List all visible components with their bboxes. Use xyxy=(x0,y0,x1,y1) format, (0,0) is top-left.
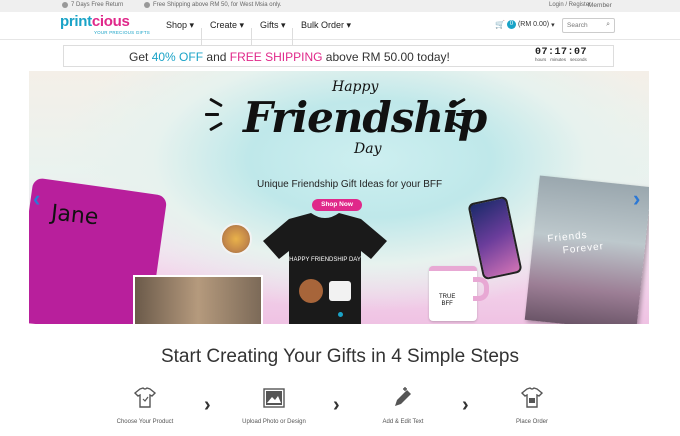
carousel-indicator[interactable] xyxy=(338,312,343,317)
chevron-down-icon: ▾ xyxy=(281,20,286,30)
carousel-prev-icon[interactable]: ‹ xyxy=(33,186,40,212)
tshirt-text: HAPPY FRIENDSHIP DAY xyxy=(289,257,361,263)
image-icon xyxy=(263,388,285,408)
promo-mid: and xyxy=(206,50,227,64)
nav-gifts-label: Gifts xyxy=(260,20,279,30)
login-register-link[interactable]: Login / Register xyxy=(549,2,591,8)
tshirt-product: HAPPY FRIENDSHIP DAY xyxy=(263,213,387,324)
truck-icon xyxy=(144,2,150,8)
nav-gifts[interactable]: Gifts ▾ xyxy=(260,20,286,31)
cart-button[interactable]: 🛒 0 (RM 0.00) ▾ xyxy=(495,20,555,29)
hero-subtitle: Unique Friendship Gift Ideas for your BF… xyxy=(257,179,443,190)
logo-tagline: YOUR PRECIOUS GIFTS xyxy=(93,30,150,35)
chevron-right-icon: › xyxy=(204,394,211,416)
step-place-order: Place Order xyxy=(487,386,577,425)
button-badge-product xyxy=(220,223,252,255)
nav-create-label: Create xyxy=(210,20,238,30)
tshirt-check-icon xyxy=(520,387,544,408)
timer-seconds-label: seconds xyxy=(570,57,587,62)
free-return-text: 7 Days Free Return xyxy=(71,2,124,8)
chevron-down-icon: ▾ xyxy=(239,20,245,30)
timer-labels: hours minutes seconds xyxy=(535,57,607,62)
hero-carousel[interactable]: Happy Friendship Day Unique Friendship G… xyxy=(29,71,649,324)
promo-shipping: FREE SHIPPING xyxy=(229,50,323,64)
mug-text-line1: TRUE xyxy=(439,294,456,300)
pencil-icon xyxy=(395,387,411,406)
chevron-down-icon: ▾ xyxy=(551,21,555,29)
promo-banner[interactable]: Get 40% OFF and FREE SHIPPING above RM 5… xyxy=(63,45,614,67)
top-info-bar: 7 Days Free Return Free Shipping above R… xyxy=(0,0,680,12)
mug-handle xyxy=(473,277,489,301)
pillow-name: Jane xyxy=(49,200,100,231)
member-link[interactable]: Member xyxy=(588,2,612,9)
promo-post: above RM 50.00 today! xyxy=(325,50,450,64)
cart-icon: 🛒 xyxy=(495,20,505,29)
step-label: Place Order xyxy=(515,419,548,425)
promo-discount: 40% OFF xyxy=(151,50,204,64)
hero-friendship: Friendship xyxy=(243,93,487,142)
step-add-text: Add & Edit Text xyxy=(358,386,448,425)
decor-burst xyxy=(205,113,219,116)
mug-text-line2: BFF xyxy=(441,301,453,307)
chevron-right-icon: › xyxy=(462,394,469,416)
photo-print-product xyxy=(133,275,263,324)
step-label: Choose Your Product xyxy=(116,419,174,425)
timer-minutes-label: minutes xyxy=(550,57,567,62)
free-shipping-info: Free Shipping above RM 50, for West Msia… xyxy=(144,2,282,8)
steps-title: Start Creating Your Gifts in 4 Simple St… xyxy=(160,346,519,367)
search-input[interactable]: Search ⌕ xyxy=(562,18,615,33)
step-label: Add & Edit Text xyxy=(382,419,424,425)
return-icon xyxy=(62,2,68,8)
decor-burst xyxy=(209,97,223,108)
step-upload-photo: Upload Photo or Design xyxy=(229,386,319,425)
main-navbar: printcious YOUR PRECIOUS GIFTS Shop ▾ Cr… xyxy=(0,12,680,48)
free-shipping-text: Free Shipping above RM 50, for West Msia… xyxy=(153,2,282,8)
promo-pre: Get xyxy=(129,50,149,64)
logo-word-1: print xyxy=(60,13,92,30)
tshirt-icon xyxy=(133,387,157,408)
cart-count-badge: 0 xyxy=(506,20,516,29)
shop-now-button[interactable]: Shop Now xyxy=(312,199,362,211)
logo-word-2: cious xyxy=(91,13,130,30)
chevron-right-icon: › xyxy=(333,394,340,416)
step-label: Upload Photo or Design xyxy=(242,419,306,425)
member-text[interactable]: Member xyxy=(588,2,612,9)
search-placeholder: Search xyxy=(567,22,588,29)
nav-create[interactable]: Create ▾ xyxy=(210,20,244,31)
hero-day: Day xyxy=(354,141,382,157)
chevron-down-icon: ▾ xyxy=(189,20,195,30)
timer-hours-label: hours xyxy=(535,57,547,62)
free-return-info: 7 Days Free Return xyxy=(62,2,123,8)
countdown-timer: 07:17:07 hours minutes seconds xyxy=(535,47,607,62)
cart-total: (RM 0.00) xyxy=(517,21,550,28)
nav-bulk-order[interactable]: Bulk Order ▾ xyxy=(301,20,351,31)
step-choose-product: Choose Your Product xyxy=(100,386,190,425)
carousel-next-icon[interactable]: › xyxy=(633,186,640,212)
decor-burst xyxy=(209,121,223,132)
login-register-text[interactable]: Login / Register xyxy=(549,2,591,8)
printcious-logo[interactable]: printcious YOUR PRECIOUS GIFTS xyxy=(60,14,156,38)
search-icon[interactable]: ⌕ xyxy=(606,21,610,29)
mug-text: TRUE BFF xyxy=(439,294,455,308)
promo-text: Get 40% OFF and FREE SHIPPING above RM 5… xyxy=(129,50,450,64)
chevron-down-icon: ▾ xyxy=(346,20,352,30)
nav-shop-label: Shop xyxy=(166,20,188,30)
nav-shop[interactable]: Shop ▾ xyxy=(166,20,194,31)
nav-bulk-order-label: Bulk Order xyxy=(301,20,345,30)
